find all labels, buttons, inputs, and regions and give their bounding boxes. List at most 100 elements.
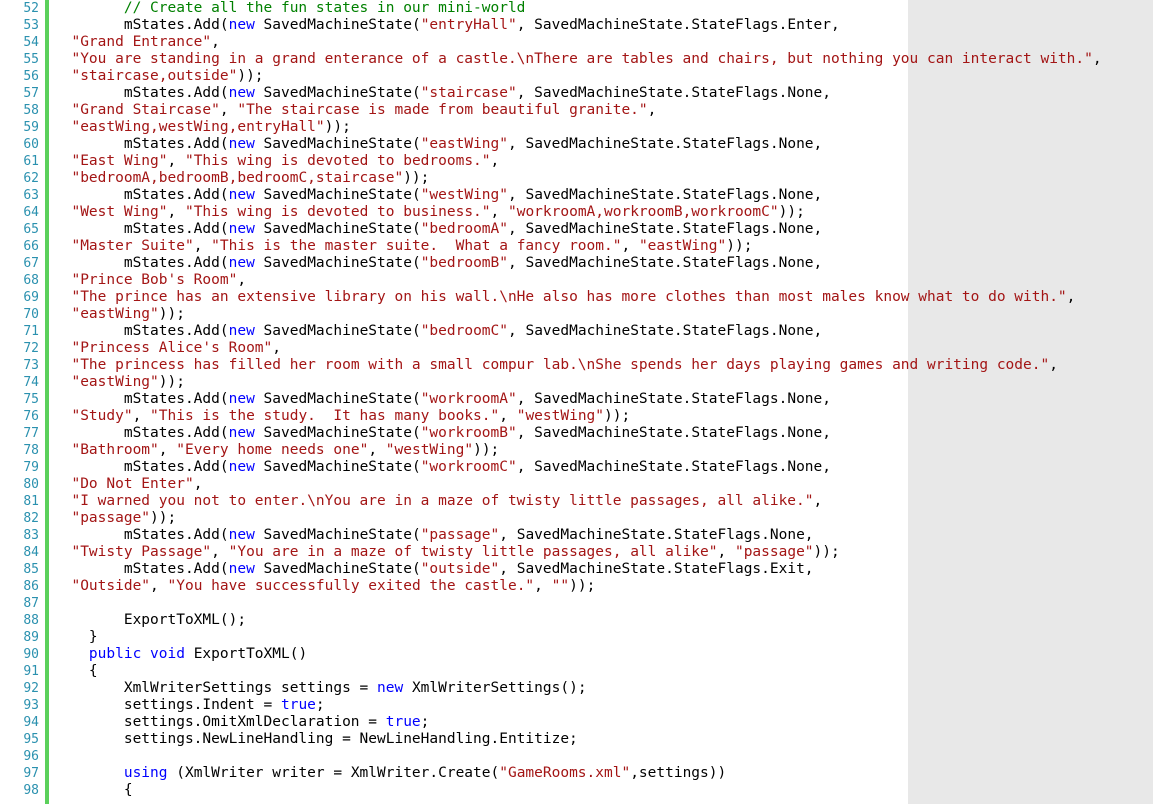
string-token: "East Wing" <box>71 153 168 169</box>
code-line[interactable]: 93 settings.Indent = true; <box>0 697 1153 714</box>
code-line[interactable]: 74 "eastWing")); <box>0 374 1153 391</box>
code-token: , SavedMachineState.StateFlags.None, <box>516 391 831 407</box>
code-line[interactable]: 65 mStates.Add(new SavedMachineState("be… <box>0 221 1153 238</box>
line-code: mStates.Add(new SavedMachineState("stair… <box>54 85 831 102</box>
line-code: XmlWriterSettings settings = new XmlWrit… <box>54 680 587 697</box>
code-line[interactable]: 95 settings.NewLineHandling = NewLineHan… <box>0 731 1153 748</box>
code-line[interactable]: 97 using (XmlWriter writer = XmlWriter.C… <box>0 765 1153 782</box>
code-line[interactable]: 80 "Do Not Enter", <box>0 476 1153 493</box>
line-code: "I warned you not to enter.\nYou are in … <box>54 493 822 510</box>
code-line[interactable]: 76 "Study", "This is the study. It has m… <box>0 408 1153 425</box>
code-token: , <box>534 578 552 594</box>
line-code: "Study", "This is the study. It has many… <box>54 408 630 425</box>
line-code: "Twisty Passage", "You are in a maze of … <box>54 544 839 561</box>
line-number: 96 <box>23 749 39 764</box>
line-code: mStates.Add(new SavedMachineState("eastW… <box>54 136 822 153</box>
string-token: "passage" <box>734 544 814 560</box>
string-token: "bedroomA" <box>420 221 508 237</box>
line-number: 52 <box>23 1 39 16</box>
code-line[interactable]: 84 "Twisty Passage", "You are in a maze … <box>0 544 1153 561</box>
code-line[interactable]: 90 public void ExportToXML() <box>0 646 1153 663</box>
code-lines[interactable]: 52 // Create all the fun states in our m… <box>0 0 1153 799</box>
code-line[interactable]: 77 mStates.Add(new SavedMachineState("wo… <box>0 425 1153 442</box>
code-line[interactable]: 89 } <box>0 629 1153 646</box>
code-line[interactable]: 69 "The prince has an extensive library … <box>0 289 1153 306</box>
code-token: , <box>237 272 247 288</box>
code-token: )); <box>403 170 430 186</box>
line-code: mStates.Add(new SavedMachineState("entry… <box>54 17 840 34</box>
line-code: "eastWing,westWing,entryHall")); <box>54 119 350 136</box>
line-code: settings.NewLineHandling = NewLineHandli… <box>54 731 578 748</box>
code-line[interactable]: 78 "Bathroom", "Every home needs one", "… <box>0 442 1153 459</box>
code-token: , <box>1066 289 1076 305</box>
code-line[interactable]: 98 { <box>0 782 1153 799</box>
code-token: mStates.Add( <box>54 187 229 203</box>
line-number: 88 <box>23 613 39 628</box>
code-line[interactable]: 81 "I warned you not to enter.\nYou are … <box>0 493 1153 510</box>
string-token: "westWing" <box>516 408 605 424</box>
line-code: mStates.Add(new SavedMachineState("workr… <box>54 391 831 408</box>
code-token: ExportToXML() <box>184 646 308 662</box>
line-number: 68 <box>23 273 39 288</box>
code-line[interactable]: 58 "Grand Staircase", "The staircase is … <box>0 102 1153 119</box>
code-line[interactable]: 57 mStates.Add(new SavedMachineState("st… <box>0 85 1153 102</box>
line-number: 54 <box>23 35 39 50</box>
code-line[interactable]: 62 "bedroomA,bedroomB,bedroomC,staircase… <box>0 170 1153 187</box>
code-token: mStates.Add( <box>54 85 229 101</box>
code-line[interactable]: 68 "Prince Bob's Room", <box>0 272 1153 289</box>
line-number: 84 <box>23 545 39 560</box>
code-line[interactable]: 87 <box>0 595 1153 612</box>
code-line[interactable]: 53 mStates.Add(new SavedMachineState("en… <box>0 17 1153 34</box>
string-token: "This is the study. It has many books." <box>150 408 500 424</box>
code-line[interactable]: 54 "Grand Entrance", <box>0 34 1153 51</box>
code-token: , <box>813 493 823 509</box>
code-editor[interactable]: 52 // Create all the fun states in our m… <box>0 0 1153 804</box>
code-line[interactable]: 83 mStates.Add(new SavedMachineState("pa… <box>0 527 1153 544</box>
code-line[interactable]: 88 ExportToXML(); <box>0 612 1153 629</box>
code-line[interactable]: 75 mStates.Add(new SavedMachineState("wo… <box>0 391 1153 408</box>
line-number: 72 <box>23 341 39 356</box>
code-line[interactable]: 82 "passage")); <box>0 510 1153 527</box>
code-token: , SavedMachineState.StateFlags.Enter, <box>516 17 840 33</box>
code-line[interactable]: 55 "You are standing in a grand enteranc… <box>0 51 1153 68</box>
string-token: "workroomA" <box>420 391 517 407</box>
code-line[interactable]: 72 "Princess Alice's Room", <box>0 340 1153 357</box>
code-line[interactable]: 96 <box>0 748 1153 765</box>
code-line[interactable]: 56 "staircase,outside")); <box>0 68 1153 85</box>
code-token: mStates.Add( <box>54 561 229 577</box>
code-line[interactable]: 91 { <box>0 663 1153 680</box>
code-line[interactable]: 70 "eastWing")); <box>0 306 1153 323</box>
line-number: 77 <box>23 426 39 441</box>
code-line[interactable]: 52 // Create all the fun states in our m… <box>0 0 1153 17</box>
line-code: "Do Not Enter", <box>54 476 202 493</box>
code-line[interactable]: 60 mStates.Add(new SavedMachineState("ea… <box>0 136 1153 153</box>
line-number: 80 <box>23 477 39 492</box>
code-line[interactable]: 86 "Outside", "You have successfully exi… <box>0 578 1153 595</box>
code-line[interactable]: 63 mStates.Add(new SavedMachineState("we… <box>0 187 1153 204</box>
code-line[interactable]: 92 XmlWriterSettings settings = new XmlW… <box>0 680 1153 697</box>
code-line[interactable]: 94 settings.OmitXmlDeclaration = true; <box>0 714 1153 731</box>
code-token: , <box>158 442 177 458</box>
code-line[interactable]: 73 "The princess has filled her room wit… <box>0 357 1153 374</box>
code-line[interactable]: 64 "West Wing", "This wing is devoted to… <box>0 204 1153 221</box>
string-token: "Twisty Passage" <box>71 544 212 560</box>
code-line[interactable]: 79 mStates.Add(new SavedMachineState("wo… <box>0 459 1153 476</box>
code-line[interactable]: 85 mStates.Add(new SavedMachineState("ou… <box>0 561 1153 578</box>
code-line[interactable]: 66 "Master Suite", "This is the master s… <box>0 238 1153 255</box>
line-number: 95 <box>23 732 39 747</box>
code-line[interactable]: 61 "East Wing", "This wing is devoted to… <box>0 153 1153 170</box>
line-code: "passage")); <box>54 510 176 527</box>
string-token: "eastWing,westWing,entryHall" <box>71 119 325 135</box>
code-line[interactable]: 67 mStates.Add(new SavedMachineState("be… <box>0 255 1153 272</box>
line-code: "Grand Entrance", <box>54 34 219 51</box>
code-line[interactable]: 59 "eastWing,westWing,entryHall")); <box>0 119 1153 136</box>
code-line[interactable]: 71 mStates.Add(new SavedMachineState("be… <box>0 323 1153 340</box>
